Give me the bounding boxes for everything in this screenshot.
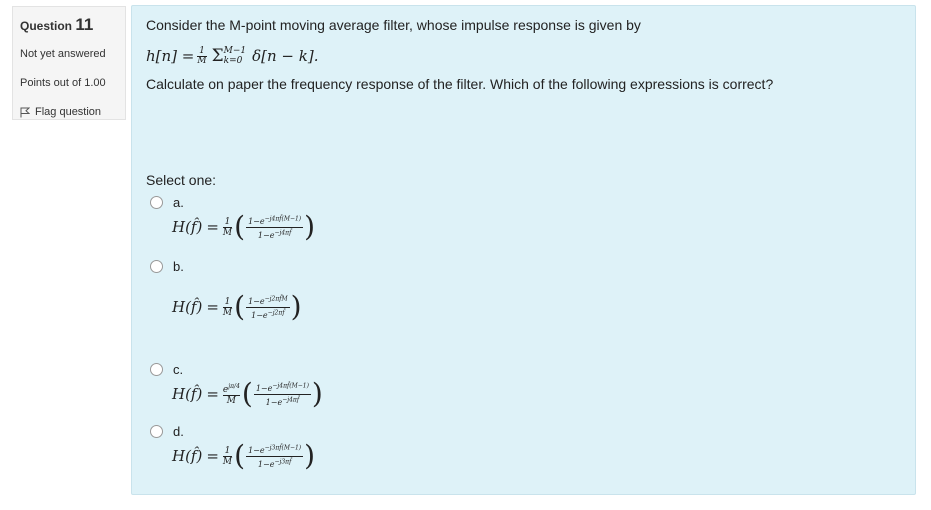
prefactor-num: 1 (224, 216, 231, 227)
formula-lhs: H(f̂) (172, 447, 203, 466)
flag-icon (20, 107, 30, 117)
question-number: Question 11 (20, 15, 125, 35)
fraction-denominator: 1−e−j3πf̂ (257, 458, 292, 470)
option-letter: a. (173, 195, 184, 210)
left-paren: ( (234, 290, 246, 324)
option-formula: H(f̂) = 1 M(1−e−j3πf̂(M−1) 1−e−j3πf̂) (172, 442, 316, 470)
option-formula: H(f̂) = ejπ/4 M(1−e−j4πf̂(M−1) 1−e−j4πf̂) (172, 380, 324, 408)
option-radio[interactable] (150, 260, 163, 273)
fraction-denominator: 1−e−j4πf̂ (265, 396, 300, 408)
question-content: Consider the M-point moving average filt… (131, 5, 916, 495)
question-intro: Consider the M-point moving average filt… (146, 17, 641, 33)
points-info: Points out of 1.00 (20, 77, 106, 89)
formula-equals: = (206, 218, 219, 237)
select-one-prompt: Select one: (146, 172, 217, 188)
flag-question-button[interactable]: Flag question (20, 106, 125, 118)
prefactor-num: ejπ/4 (222, 383, 240, 396)
formula-lhs: H(f̂) (172, 385, 203, 404)
prefactor-fraction: 1M (222, 216, 233, 238)
fraction-numerator: 1−e−j3πf̂(M−1) (248, 444, 302, 455)
fraction-numerator: 1−e−j2πf̂M (248, 295, 288, 306)
eq-rhs: δ[n − k]. (252, 47, 319, 65)
prefactor-num: 1 (224, 296, 231, 307)
question-instruction: Calculate on paper the frequency respons… (146, 76, 774, 92)
formula-equals: = (206, 298, 219, 317)
prefactor-fraction: ejπ/4 M (222, 382, 240, 407)
fraction-numerator: 1−e−j4πf̂(M−1) (248, 215, 302, 226)
main-fraction: 1−e−j4πf̂(M−1) 1−e−j4πf̂ (253, 380, 311, 408)
fraction-denominator: 1−e−j2πf̂ (251, 309, 285, 321)
eq-fraction: 1 M (197, 45, 207, 66)
right-paren: ) (290, 290, 302, 324)
sum-limits: M−1 k=0 (224, 46, 246, 66)
prefactor-den: M (222, 307, 233, 318)
left-paren: ( (234, 210, 246, 244)
prefactor-fraction: 1M (222, 296, 233, 318)
prefactor-num: 1 (224, 445, 231, 456)
right-paren: ) (304, 210, 316, 244)
eq-lhs: h[n] = (146, 47, 195, 65)
option-letter: d. (173, 424, 184, 439)
eq-frac-num: 1 (199, 45, 205, 56)
main-fraction: 1−e−j4πf̂(M−1) 1−e−j4πf̂ (246, 213, 304, 241)
sum-lower: k=0 (223, 56, 243, 66)
fraction-denominator: 1−e−j4πf̂ (257, 229, 292, 241)
left-paren: ( (241, 377, 253, 411)
formula-lhs: H(f̂) (172, 298, 203, 317)
option-radio[interactable] (150, 363, 163, 376)
question-number-value: 11 (75, 15, 94, 34)
formula-lhs: H(f̂) (172, 218, 203, 237)
answer-state: Not yet answered (20, 48, 106, 60)
option-letter: c. (173, 362, 184, 377)
prefactor-den: M (226, 396, 237, 407)
option-formula: H(f̂) = 1 M(1−e−j4πf̂(M−1) 1−e−j4πf̂) (172, 213, 316, 241)
sum-upper: M−1 (223, 46, 247, 56)
eq-frac-den: M (197, 55, 207, 66)
sum-symbol: Σ (211, 46, 224, 66)
formula-equals: = (206, 385, 219, 404)
impulse-response-equation: h[n] = 1 M Σ M−1 k=0 δ[n − k]. (146, 41, 318, 71)
option-radio[interactable] (150, 196, 163, 209)
option-formula: H(f̂) = 1 M(1−e−j2πf̂M 1−e−j2πf̂) (172, 293, 303, 321)
right-paren: ) (311, 377, 323, 411)
prefactor-den: M (222, 456, 233, 467)
main-fraction: 1−e−j3πf̂(M−1) 1−e−j3πf̂ (246, 442, 304, 470)
question-info-panel: Question 11 Not yet answered Points out … (12, 6, 126, 120)
prefactor-fraction: 1M (222, 445, 233, 467)
formula-equals: = (206, 447, 219, 466)
fraction-numerator: 1−e−j4πf̂(M−1) (255, 382, 309, 393)
option-radio[interactable] (150, 425, 163, 438)
right-paren: ) (304, 439, 316, 473)
flag-question-label: Flag question (35, 106, 102, 118)
main-fraction: 1−e−j2πf̂M 1−e−j2πf̂ (246, 293, 290, 321)
left-paren: ( (234, 439, 246, 473)
question-label: Question (20, 19, 73, 33)
prefactor-den: M (222, 227, 233, 238)
option-letter: b. (173, 259, 184, 274)
